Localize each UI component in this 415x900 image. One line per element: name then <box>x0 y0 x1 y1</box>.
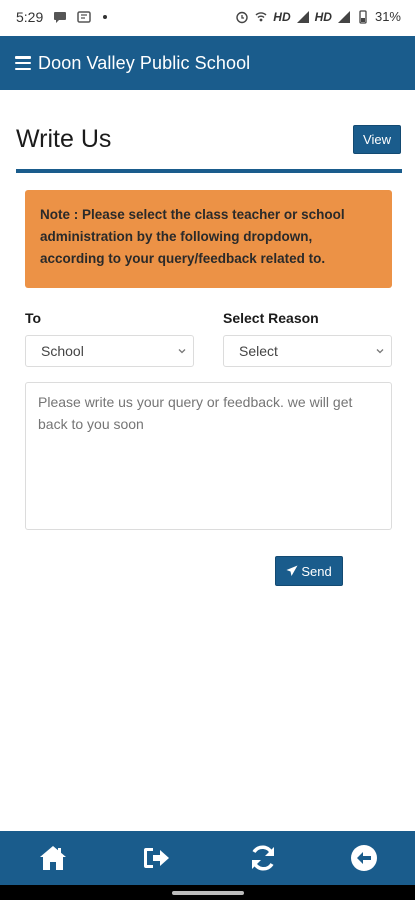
paper-plane-icon <box>286 565 298 576</box>
app-bar: Doon Valley Public School <box>0 36 415 90</box>
hd-label-1: HD <box>273 9 291 24</box>
back-icon[interactable] <box>349 843 379 873</box>
refresh-icon[interactable] <box>248 843 278 873</box>
to-select-value: School <box>41 343 84 359</box>
page-title: Write Us <box>16 125 112 153</box>
app-title: Doon Valley Public School <box>38 52 251 73</box>
hd-label-2: HD <box>314 9 332 24</box>
signal-icon <box>296 10 309 23</box>
gesture-handle[interactable] <box>172 891 244 895</box>
wifi-calling-icon <box>255 11 267 21</box>
home-icon[interactable] <box>38 843 68 873</box>
message-textarea[interactable] <box>25 382 392 530</box>
send-button[interactable]: Send <box>275 556 343 586</box>
view-button[interactable]: View <box>353 125 401 154</box>
note-box: Note : Please select the class teacher o… <box>25 190 392 288</box>
to-label: To <box>25 310 42 326</box>
status-right: HD HD 31% <box>235 9 401 24</box>
status-bar: 5:29 HD HD 31% <box>0 0 415 36</box>
reason-select-value: Select <box>239 343 278 359</box>
hamburger-menu-icon[interactable] <box>15 56 31 70</box>
logout-icon[interactable] <box>141 843 171 873</box>
note-text: Note : Please select the class teacher o… <box>40 207 345 266</box>
app-notification-icon <box>77 11 91 23</box>
reason-label: Select Reason <box>223 310 319 326</box>
signal-icon-2 <box>337 10 350 23</box>
notification-dot <box>103 15 108 19</box>
chevron-down-icon <box>178 349 186 354</box>
message-icon <box>54 12 67 23</box>
alarm-icon <box>236 11 248 23</box>
status-time: 5:29 <box>16 9 44 25</box>
status-left: 5:29 <box>16 9 108 25</box>
to-select[interactable]: School <box>25 335 194 367</box>
page-header: Write Us View <box>16 117 402 173</box>
battery-icon <box>359 9 367 24</box>
battery-percent: 31% <box>374 9 401 24</box>
bottom-nav-bar <box>0 831 415 885</box>
system-navigation-bar <box>0 885 415 900</box>
chevron-down-icon <box>376 349 384 354</box>
send-label: Send <box>301 563 332 579</box>
reason-select[interactable]: Select <box>223 335 392 367</box>
